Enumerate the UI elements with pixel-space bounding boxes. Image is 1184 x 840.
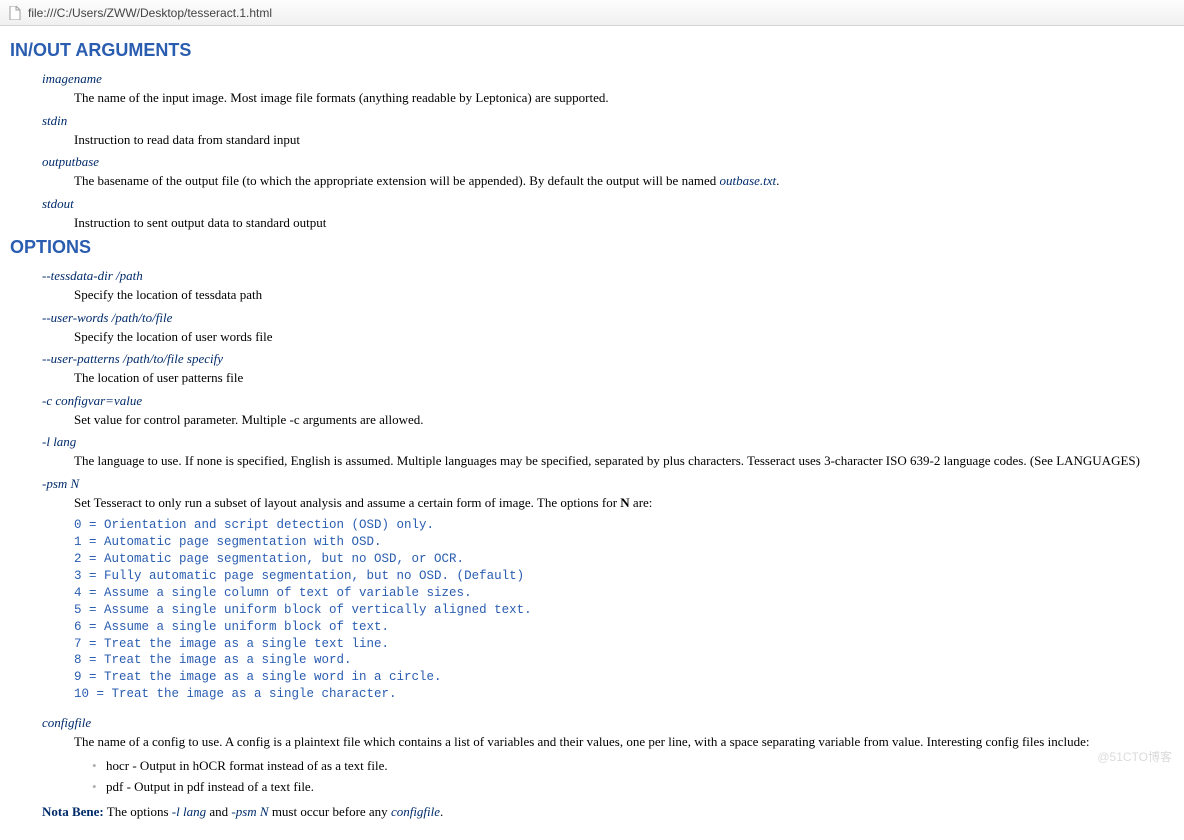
section-heading-options: OPTIONS <box>10 237 1174 258</box>
opt-term: -l lang <box>42 434 1174 450</box>
opt-desc: Specify the location of tessdata path <box>74 286 1174 304</box>
nota-bene: Nota Bene: The options -l lang and -psm … <box>42 804 1174 820</box>
opt-desc: The language to use. If none is specifie… <box>74 452 1174 470</box>
arg-term: stdin <box>42 113 1174 129</box>
opt-desc-configfile: The name of a config to use. A config is… <box>74 733 1174 751</box>
arg-desc: Instruction to sent output data to stand… <box>74 214 1174 232</box>
file-icon <box>8 6 22 20</box>
arg-term: outputbase <box>42 154 1174 170</box>
inout-list: imagename The name of the input image. M… <box>42 71 1174 231</box>
opt-term: --tessdata-dir /path <box>42 268 1174 284</box>
arg-term: stdout <box>42 196 1174 212</box>
opt-term: --user-patterns /path/to/file specify <box>42 351 1174 367</box>
arg-desc: The name of the input image. Most image … <box>74 89 1174 107</box>
opt-desc-psm: Set Tesseract to only run a subset of la… <box>74 494 1174 512</box>
address-url: file:///C:/Users/ZWW/Desktop/tesseract.1… <box>28 6 272 20</box>
configfile-sublist: hocr - Output in hOCR format instead of … <box>74 757 1174 796</box>
opt-term-configfile: configfile <box>42 715 1174 731</box>
list-item: hocr - Output in hOCR format instead of … <box>92 757 1174 775</box>
opt-desc: Specify the location of user words file <box>74 328 1174 346</box>
options-list: --tessdata-dir /path Specify the locatio… <box>42 268 1174 796</box>
opt-term: --user-words /path/to/file <box>42 310 1174 326</box>
opt-desc: The location of user patterns file <box>74 369 1174 387</box>
section-heading-inout: IN/OUT ARGUMENTS <box>10 40 1174 61</box>
arg-desc: Instruction to read data from standard i… <box>74 131 1174 149</box>
psm-values-block: 0 = Orientation and script detection (OS… <box>42 517 1174 703</box>
arg-desc: The basename of the output file (to whic… <box>74 172 1174 190</box>
address-bar[interactable]: file:///C:/Users/ZWW/Desktop/tesseract.1… <box>0 0 1184 26</box>
opt-term: -c configvar=value <box>42 393 1174 409</box>
arg-term: imagename <box>42 71 1174 87</box>
document-body: IN/OUT ARGUMENTS imagename The name of t… <box>0 26 1184 840</box>
opt-term-psm: -psm N <box>42 476 1174 492</box>
list-item: pdf - Output in pdf instead of a text fi… <box>92 778 1174 796</box>
opt-desc: Set value for control parameter. Multipl… <box>74 411 1174 429</box>
